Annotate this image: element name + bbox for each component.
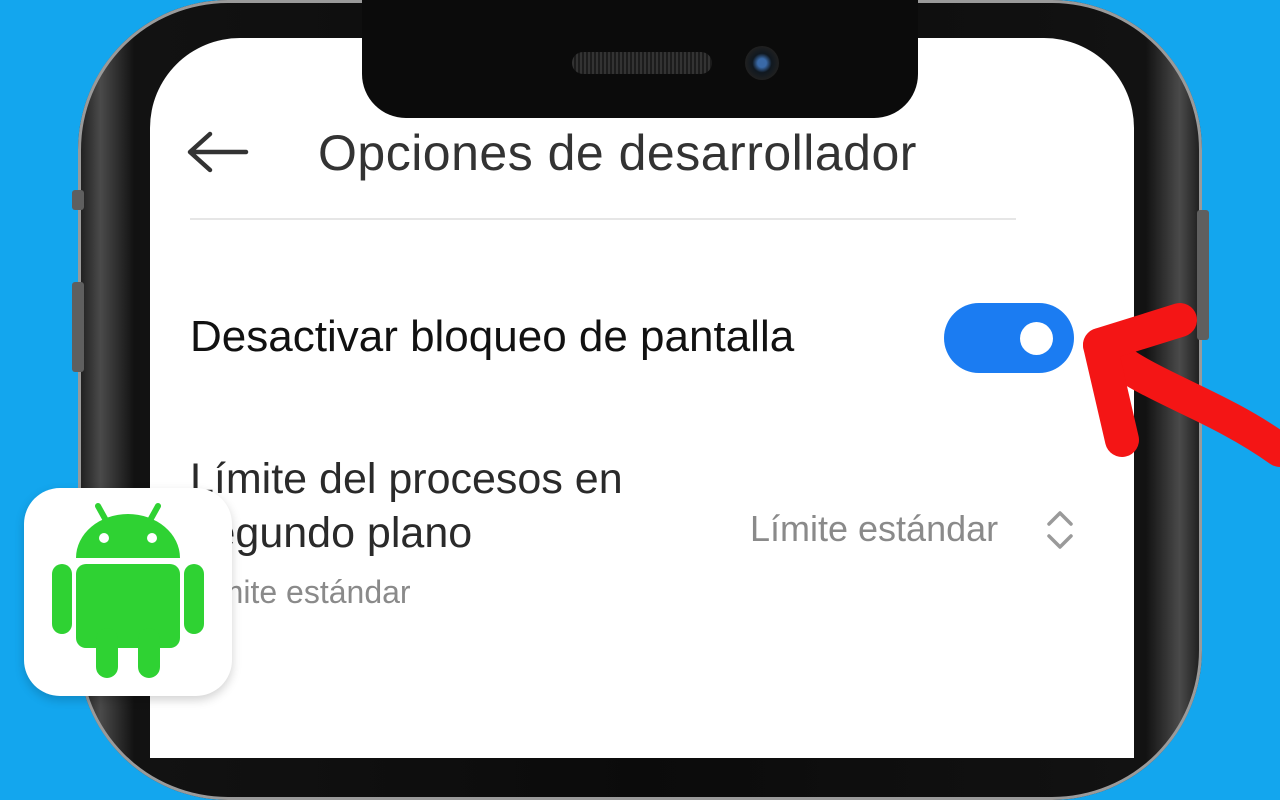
disable-lock-screen-toggle[interactable]	[944, 303, 1074, 373]
background-process-limit-select[interactable]: Límite estándar	[750, 508, 998, 550]
page-title: Opciones de desarrollador	[318, 125, 917, 181]
setting-label-disable-lock-screen: Desactivar bloqueo de pantalla	[190, 312, 795, 361]
speaker-grille	[572, 52, 712, 74]
toggle-knob	[1020, 322, 1053, 355]
screen-fade	[220, 640, 980, 740]
header-divider	[190, 218, 1016, 220]
android-logo-icon	[24, 488, 232, 696]
setting-title-background-process-limit: Límite del procesos en segundo plano	[190, 455, 623, 557]
front-camera	[745, 46, 779, 80]
volume-button	[72, 282, 84, 372]
mute-switch	[72, 190, 84, 210]
red-curved-arrow-icon	[1060, 290, 1280, 550]
arrow-left-icon[interactable]	[186, 130, 250, 174]
